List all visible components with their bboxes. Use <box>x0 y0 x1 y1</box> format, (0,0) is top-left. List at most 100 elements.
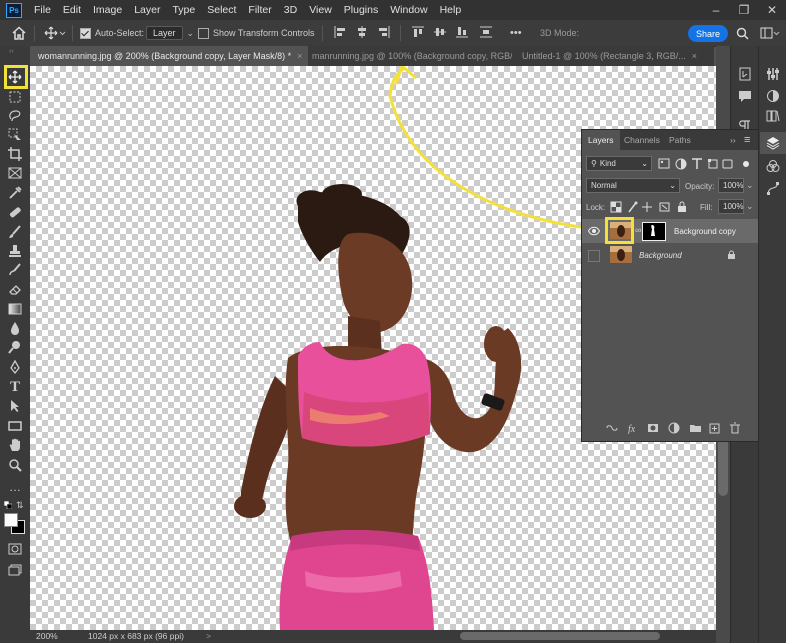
marquee-tool-icon[interactable] <box>6 88 24 106</box>
menu-image[interactable]: Image <box>87 4 128 16</box>
status-bar: 200% 1024 px x 683 px (96 ppi) > <box>30 630 716 643</box>
foreground-color-swatch[interactable] <box>4 513 18 527</box>
menu-filter[interactable]: Filter <box>242 4 277 16</box>
tab-untitled-1[interactable]: Untitled-1 @ 100% (Rectangle 3, RGB/... × <box>514 46 722 66</box>
eyedropper-tool-icon[interactable] <box>6 184 24 202</box>
menu-window[interactable]: Window <box>384 4 433 16</box>
fill-chevron-icon[interactable]: ⌄ <box>746 201 754 212</box>
history-brush-tool-icon[interactable] <box>6 261 24 279</box>
collapse-toolbar-icon[interactable]: ‹‹ <box>9 48 14 55</box>
blur-tool-icon[interactable] <box>6 319 24 337</box>
menu-plugins[interactable]: Plugins <box>338 4 384 16</box>
tab-manrunning[interactable]: manrunning.jpg @ 100% (Background copy, … <box>304 46 512 66</box>
auto-select-checkbox[interactable] <box>80 27 91 39</box>
transform-controls-checkbox[interactable] <box>198 27 209 39</box>
home-icon[interactable] <box>12 24 26 42</box>
align-center-icon[interactable] <box>356 26 368 38</box>
swap-colors-icon[interactable]: ⇅ <box>16 500 24 511</box>
close-tab-icon[interactable]: × <box>297 51 302 61</box>
layer-filter-dropdown[interactable]: ⚲ Kind ⌄ <box>586 156 652 171</box>
restore-icon[interactable]: ❐ <box>730 0 758 20</box>
menu-select[interactable]: Select <box>201 4 242 16</box>
gradient-tool-icon[interactable] <box>6 300 24 318</box>
close-tab-icon[interactable]: × <box>692 51 697 61</box>
tab-womanrunning[interactable]: womanrunning.jpg @ 200% (Background copy… <box>30 46 308 66</box>
menu-edit[interactable]: Edit <box>57 4 87 16</box>
healing-brush-tool-icon[interactable] <box>6 203 24 221</box>
hand-tool-icon[interactable] <box>6 436 24 454</box>
menu-3d[interactable]: 3D <box>278 4 303 16</box>
screen-mode-icon[interactable] <box>6 561 24 579</box>
zoom-tool-icon[interactable] <box>6 456 24 474</box>
visibility-toggle-off[interactable] <box>588 250 600 262</box>
menu-layer[interactable]: Layer <box>128 4 166 16</box>
lasso-tool-icon[interactable] <box>6 107 24 125</box>
options-bar: Auto-Select: Layer ⌄ Show Transform Cont… <box>0 20 786 61</box>
crop-tool-icon[interactable] <box>6 145 24 163</box>
brush-tool-icon[interactable] <box>6 223 24 241</box>
align-middle-icon[interactable] <box>434 26 446 38</box>
rectangle-tool-icon[interactable] <box>6 417 24 435</box>
minimize-icon[interactable]: – <box>702 0 730 20</box>
blend-mode-dropdown[interactable]: Normal ⌄ <box>586 178 680 193</box>
libraries-panel-icon[interactable] <box>765 108 781 124</box>
menu-file[interactable]: File <box>28 4 57 16</box>
align-left-icon[interactable] <box>334 26 346 38</box>
search-icon[interactable] <box>736 24 749 42</box>
layer-name[interactable]: Background copy <box>674 227 736 236</box>
share-button[interactable]: Share <box>688 25 728 42</box>
default-colors-icon[interactable] <box>3 500 13 510</box>
align-right-icon[interactable] <box>378 26 390 38</box>
horizontal-scrollbar[interactable] <box>460 632 660 640</box>
channels-panel-icon[interactable] <box>765 158 781 174</box>
filter-type-icons[interactable] <box>658 158 754 170</box>
align-top-icon[interactable] <box>412 26 424 38</box>
link-icon[interactable]: ∞ <box>635 225 641 235</box>
layer-row-background[interactable]: Background <box>582 243 758 267</box>
layer-thumbnail <box>610 246 632 263</box>
lock-options-icons[interactable] <box>610 201 700 213</box>
quick-mask-icon[interactable] <box>6 540 24 558</box>
frame-tool-icon[interactable] <box>6 164 24 182</box>
comments-panel-icon[interactable] <box>737 88 753 104</box>
opacity-chevron-icon[interactable]: ⌄ <box>746 180 754 191</box>
workspace-icon[interactable] <box>760 24 780 42</box>
move-tool-preset-icon[interactable] <box>44 24 66 42</box>
align-bottom-icon[interactable] <box>456 26 468 38</box>
tab-paths[interactable]: Paths <box>669 130 691 150</box>
auto-select-target-dropdown[interactable]: Layer ⌄ <box>146 24 194 42</box>
more-options-button[interactable]: ••• <box>510 24 522 42</box>
layers-panel-icon[interactable] <box>765 135 781 151</box>
type-tool-icon[interactable]: T <box>6 378 24 396</box>
object-selection-tool-icon[interactable] <box>6 126 24 144</box>
menu-view[interactable]: View <box>303 4 338 16</box>
fill-input[interactable]: 100% <box>718 199 744 214</box>
layer-mask-thumbnail[interactable] <box>642 222 666 241</box>
menu-type[interactable]: Type <box>166 4 201 16</box>
photoshop-logo[interactable]: Ps <box>6 2 22 18</box>
collapse-panel-icon[interactable]: ›› <box>730 130 736 150</box>
history-panel-icon[interactable] <box>737 66 753 82</box>
dodge-tool-icon[interactable] <box>6 338 24 356</box>
path-selection-tool-icon[interactable] <box>6 397 24 415</box>
close-icon[interactable]: ✕ <box>758 0 786 20</box>
zoom-level[interactable]: 200% <box>36 631 58 641</box>
color-panel-icon[interactable] <box>765 66 781 82</box>
search-icon: ⚲ <box>591 159 597 168</box>
tab-channels[interactable]: Channels <box>624 130 660 150</box>
more-tools-icon[interactable]: … <box>6 478 24 496</box>
eraser-tool-icon[interactable] <box>6 281 24 299</box>
tab-layers[interactable]: Layers <box>582 130 620 150</box>
adjustments-panel-icon[interactable] <box>765 88 781 104</box>
status-menu-icon[interactable]: > <box>206 631 211 641</box>
distribute-icon[interactable] <box>480 26 492 38</box>
paths-panel-icon[interactable] <box>765 180 781 196</box>
menu-help[interactable]: Help <box>434 4 468 16</box>
clone-stamp-tool-icon[interactable] <box>6 242 24 260</box>
panel-menu-icon[interactable]: ≡ <box>744 130 750 150</box>
pen-tool-icon[interactable] <box>6 358 24 376</box>
lock-icon <box>728 250 735 259</box>
eye-icon[interactable] <box>588 226 600 236</box>
opacity-input[interactable]: 100% <box>718 178 744 193</box>
layer-name[interactable]: Background <box>639 251 682 260</box>
